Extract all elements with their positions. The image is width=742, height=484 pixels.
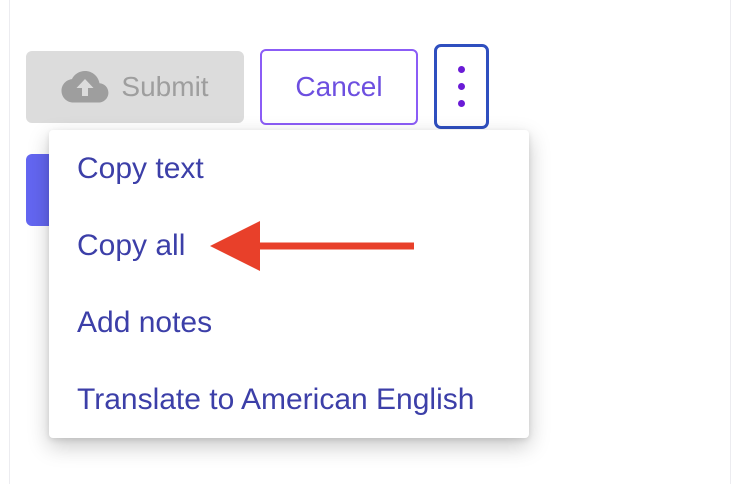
cancel-button[interactable]: Cancel [260,49,418,125]
vertical-ellipsis-dot [458,83,465,90]
cloud-upload-icon [61,71,109,103]
annotation-arrow-icon [210,221,414,271]
submit-button[interactable]: Submit [26,51,244,123]
more-options-menu: Copy text Copy all Add notes Translate t… [49,130,529,438]
menu-item-translate[interactable]: Translate to American English [49,361,529,438]
menu-item-copy-text[interactable]: Copy text [49,130,529,207]
vertical-ellipsis-dot [458,100,465,107]
menu-item-add-notes[interactable]: Add notes [49,284,529,361]
menu-item-label: Add notes [77,305,213,339]
vertical-ellipsis-icon [458,66,465,73]
more-options-button[interactable] [434,44,489,129]
menu-item-label: Copy text [77,151,204,185]
menu-item-label: Translate to American English [77,382,475,416]
submit-button-label: Submit [121,71,209,102]
menu-item-label: Copy all [77,228,186,262]
cancel-button-label: Cancel [295,71,383,102]
